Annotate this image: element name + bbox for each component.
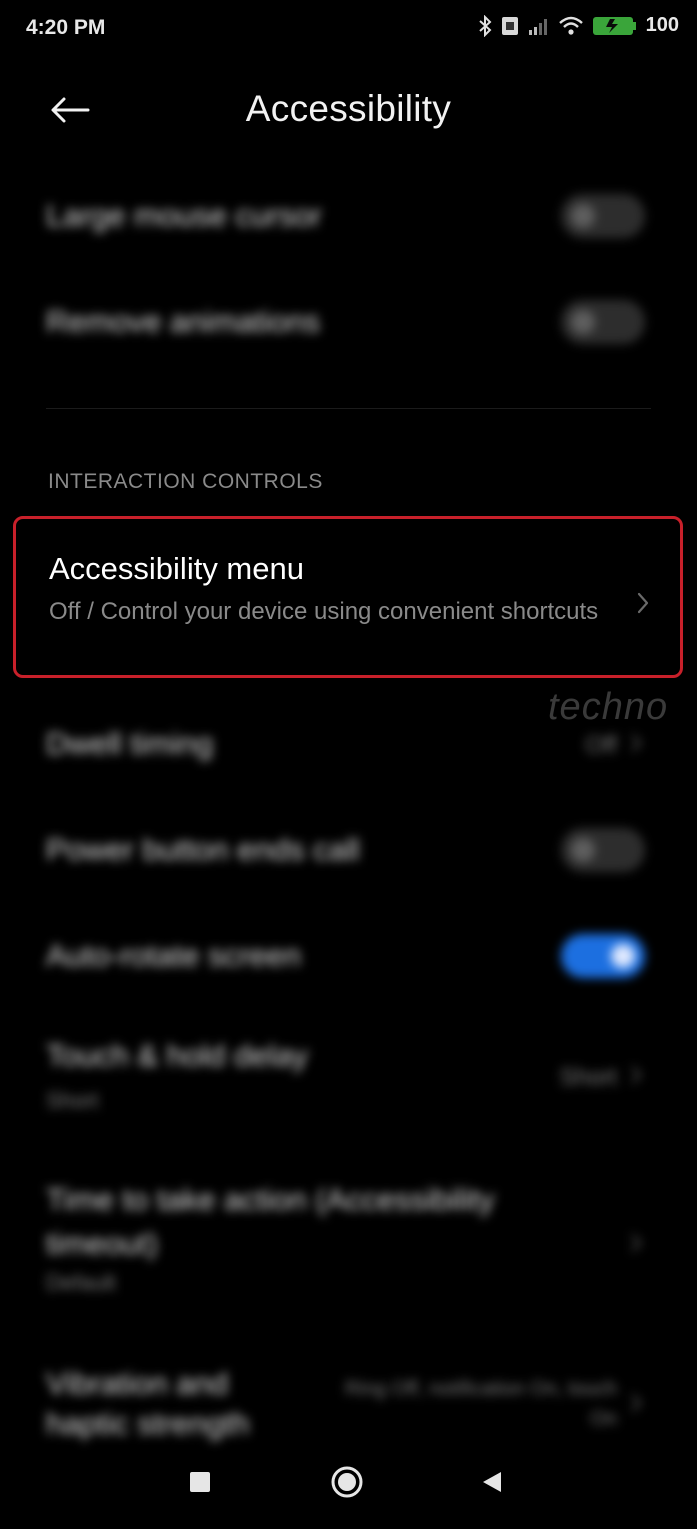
settings-row-accessibility-timeout[interactable]: Time to take action (Accessibility timeo… [0, 1178, 697, 1298]
row-label: Vibration and haptic strength [46, 1366, 250, 1441]
row-label: Auto-rotate screen [46, 938, 302, 973]
toggle-knob [571, 204, 595, 228]
bluetooth-icon [478, 14, 492, 37]
chevron-right-icon [625, 1232, 647, 1254]
chevron-right-icon [625, 1064, 647, 1086]
navigation-bar [0, 1440, 697, 1520]
settings-row-touch-hold-delay[interactable]: Touch & hold delay Short Short [0, 1030, 697, 1120]
row-label: Dwell timing [46, 726, 214, 761]
row-label: Time to take action (Accessibility timeo… [46, 1182, 495, 1261]
section-header: INTERACTION CONTROLS [48, 470, 323, 493]
divider [46, 408, 651, 409]
toggle-knob [571, 838, 595, 862]
back-triangle-icon[interactable] [472, 1462, 512, 1502]
chevron-right-icon [625, 1392, 647, 1414]
recents-square-icon[interactable] [180, 1462, 220, 1502]
page-title: Accessibility [245, 88, 452, 129]
large-mouse-cursor-toggle[interactable] [561, 194, 645, 238]
status-icons: 100 [478, 14, 679, 37]
status-time: 4:20 PM [26, 16, 106, 39]
accessibility-menu-row[interactable]: Accessibility menu Off / Control your de… [13, 516, 683, 678]
chevron-right-icon [625, 732, 647, 754]
settings-row-vibration-haptic-strength[interactable]: Vibration and haptic strength Ring Off, … [0, 1364, 697, 1444]
status-bar: 4:20 PM 100 [0, 0, 697, 60]
row-label: Large mouse cursor [46, 198, 322, 233]
settings-row-dwell-timing[interactable]: Dwell timing Off [0, 716, 697, 772]
accessibility-menu-title: Accessibility menu [49, 551, 304, 586]
toggle-knob [571, 310, 595, 334]
settings-row-power-button-ends-call[interactable]: Power button ends call [0, 822, 697, 878]
row-label: Remove animations [46, 304, 320, 339]
home-circle-icon[interactable] [327, 1462, 367, 1502]
row-value: Off [585, 732, 617, 759]
auto-rotate-screen-toggle[interactable] [561, 934, 645, 978]
accessibility-menu-subtitle: Off / Control your device using convenie… [49, 598, 599, 625]
row-label: Touch & hold delay [46, 1038, 308, 1073]
toggle-knob [611, 944, 635, 968]
row-subtitle: Default [46, 1270, 116, 1295]
remove-animations-toggle[interactable] [561, 300, 645, 344]
settings-row-remove-animations[interactable]: Remove animations [0, 294, 697, 350]
battery-level: 100 [645, 14, 679, 36]
wifi-icon [558, 15, 584, 37]
power-button-ends-call-toggle[interactable] [561, 828, 645, 872]
row-subtitle: Short [46, 1088, 99, 1113]
sim-icon [500, 15, 520, 37]
row-value: Short [559, 1064, 617, 1091]
row-value: Ring Off, notification On, touch On [344, 1378, 617, 1430]
settings-row-auto-rotate-screen[interactable]: Auto-rotate screen [0, 928, 697, 984]
row-label: Power button ends call [46, 832, 360, 867]
settings-row-large-mouse-cursor[interactable]: Large mouse cursor [0, 188, 697, 244]
chevron-right-icon [636, 591, 650, 620]
battery-icon [592, 15, 638, 37]
signal-icon [528, 16, 550, 36]
